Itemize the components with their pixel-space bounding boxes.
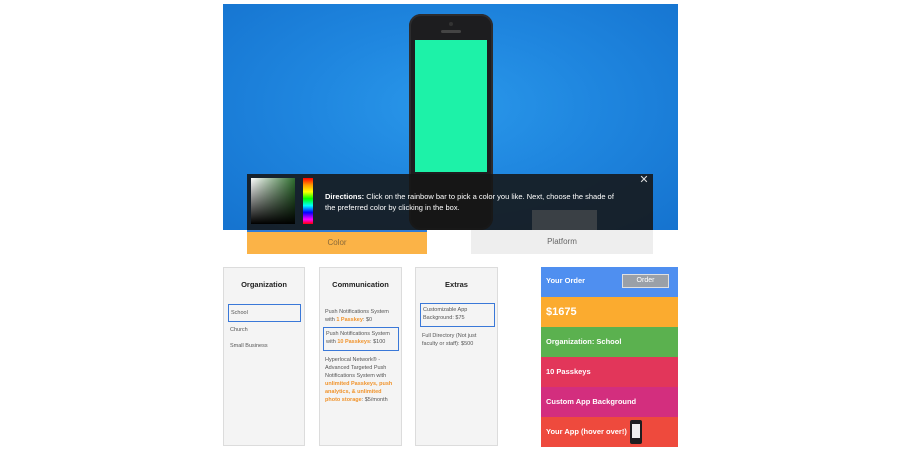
phone-camera (449, 22, 453, 26)
communication-panel: Communication Push Notifications System … (319, 267, 402, 446)
order-organization: Organization: School (541, 327, 678, 357)
order-header: Your Order Order (541, 267, 678, 297)
order-passkeys: 10 Passkeys (541, 357, 678, 387)
mini-phone-icon[interactable] (630, 420, 642, 444)
option-text: Hyperlocal Network® - Advanced Targeted … (325, 357, 387, 379)
option-custom-background[interactable]: Customizable App Background: $75 (420, 303, 495, 327)
option-full-directory[interactable]: Full Directory (Not just faculty or staf… (420, 330, 495, 350)
close-icon[interactable]: ✕ (639, 175, 649, 186)
option-church[interactable]: Church (228, 324, 301, 336)
background-placeholder (532, 210, 597, 230)
option-1-passkey[interactable]: Push Notifications System with 1 Passkey… (323, 306, 399, 326)
order-background: Custom App Background (541, 387, 678, 417)
option-hyperlocal-network[interactable]: Hyperlocal Network® - Advanced Targeted … (323, 354, 399, 406)
color-picker-panel: Directions: Click on the rainbow bar to … (247, 174, 653, 230)
extras-panel: Extras Customizable App Background: $75 … (415, 267, 498, 446)
option-highlight: 10 Passkeys (337, 339, 371, 345)
order-price: $1675 (541, 297, 678, 327)
phone-speaker (441, 30, 461, 33)
option-price: : $0 (362, 317, 373, 323)
tab-color[interactable]: Color (247, 230, 427, 254)
order-title: Your Order (546, 276, 586, 285)
tab-platform[interactable]: Platform (471, 230, 653, 254)
order-app-preview[interactable]: Your App (hover over!) (541, 417, 678, 447)
option-price: : $5/month (361, 397, 388, 403)
order-button[interactable]: Order (622, 274, 669, 288)
phone-screen-preview (415, 40, 487, 172)
order-app-label: Your App (hover over!) (546, 427, 627, 436)
option-10-passkeys[interactable]: Push Notifications System with 10 Passke… (323, 327, 399, 351)
communication-title: Communication (332, 280, 389, 289)
option-price: : $100 (370, 339, 386, 345)
option-school[interactable]: School (228, 304, 301, 322)
directions-text: Directions: Click on the rainbow bar to … (325, 191, 625, 213)
organization-title: Organization (241, 280, 287, 289)
shade-picker-box[interactable] (251, 178, 295, 224)
rainbow-hue-bar[interactable] (303, 178, 313, 224)
organization-panel: Organization School Church Small Busines… (223, 267, 305, 446)
order-summary: Your Order Order $1675 Organization: Sch… (541, 267, 678, 447)
option-small-business[interactable]: Small Business (228, 340, 301, 352)
option-highlight: 1 Passkey (336, 317, 363, 323)
extras-title: Extras (445, 280, 468, 289)
directions-body: Click on the rainbow bar to pick a color… (325, 192, 614, 212)
directions-label: Directions: (325, 192, 365, 201)
